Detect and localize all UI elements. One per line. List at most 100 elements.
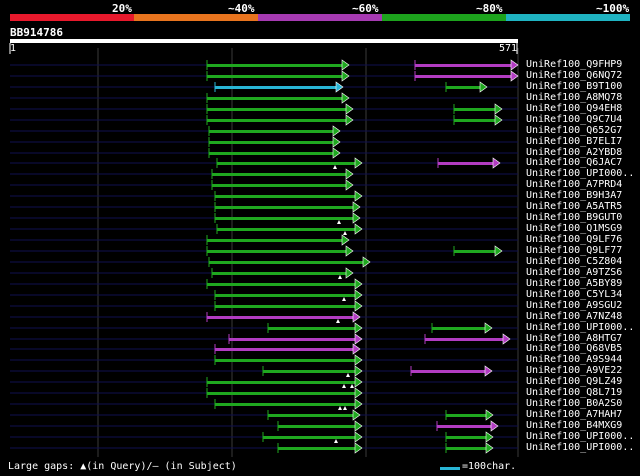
hit-label[interactable]: UniRef100_UPI000.. — [526, 168, 634, 179]
hit-segment-arrow — [494, 103, 503, 115]
hit-segment-arrow — [341, 92, 350, 104]
query-gap-marker — [342, 384, 346, 388]
hit-label[interactable]: UniRef100_A7HAH7 — [526, 409, 622, 420]
hit-segment-arrow — [354, 387, 363, 399]
hit-segment — [207, 250, 347, 253]
hit-label[interactable]: UniRef100_Q9LF77 — [526, 245, 622, 256]
hit-segment — [212, 173, 347, 176]
hit-segment-arrow — [354, 376, 363, 388]
hit-segment — [263, 436, 356, 439]
hit-segment — [215, 294, 356, 297]
query-gap-marker — [346, 373, 350, 377]
hit-segment-arrow — [345, 103, 354, 115]
hit-segment — [212, 272, 347, 275]
query-gap-marker — [350, 384, 354, 388]
hit-segment — [215, 305, 356, 308]
hit-segment — [278, 425, 356, 428]
query-gap-marker — [334, 439, 338, 443]
query-gap-marker — [333, 165, 337, 169]
hit-segment-arrow — [510, 59, 519, 71]
hit-label[interactable]: UniRef100_A9TZS6 — [526, 267, 622, 278]
hit-segment-arrow — [352, 343, 361, 355]
hit-segment-arrow — [352, 201, 361, 213]
hit-label[interactable]: UniRef100_A5ATR5 — [526, 201, 622, 212]
hit-segment-arrow — [479, 81, 488, 93]
hit-label[interactable]: UniRef100_B4MXG9 — [526, 420, 622, 431]
hit-segment-arrow — [345, 114, 354, 126]
hit-segment-arrow — [485, 409, 494, 421]
hit-segment-arrow — [341, 70, 350, 82]
hit-segment-arrow — [484, 322, 493, 334]
hit-label[interactable]: UniRef100_Q6JAC7 — [526, 157, 622, 168]
hit-label[interactable]: UniRef100_UPI000.. — [526, 442, 634, 453]
hit-segment-arrow — [492, 157, 501, 169]
hit-segment — [215, 206, 354, 209]
hit-label[interactable]: UniRef100_A8MQ78 — [526, 92, 622, 103]
hit-label[interactable]: UniRef100_A7NZ48 — [526, 311, 622, 322]
hit-label[interactable]: UniRef100_B7ELI7 — [526, 136, 622, 147]
hit-label[interactable]: UniRef100_Q68VB5 — [526, 343, 622, 354]
hit-segment — [415, 75, 512, 78]
hit-segment — [454, 119, 496, 122]
scale-label: =100char. — [462, 461, 517, 472]
hit-segment-arrow — [485, 431, 494, 443]
hit-label[interactable]: UniRef100_Q1MSG9 — [526, 223, 622, 234]
hit-label[interactable]: UniRef100_Q94EH8 — [526, 103, 622, 114]
hit-segment — [454, 250, 496, 253]
hit-segment — [229, 338, 356, 341]
hit-segment-arrow — [335, 81, 344, 93]
hit-segment — [212, 184, 347, 187]
hit-segment-arrow — [494, 245, 503, 257]
hit-label[interactable]: UniRef100_A7PRD4 — [526, 179, 622, 190]
hit-segment — [268, 327, 356, 330]
hit-segment-arrow — [485, 442, 494, 454]
hit-segment — [207, 239, 343, 242]
hit-label[interactable]: UniRef100_Q652G7 — [526, 125, 622, 136]
hit-label[interactable]: UniRef100_C5Z804 — [526, 256, 622, 267]
hit-label[interactable]: UniRef100_A9S944 — [526, 354, 622, 365]
hit-segment — [263, 370, 356, 373]
hit-segment — [425, 338, 504, 341]
hit-segment-arrow — [354, 157, 363, 169]
hit-label[interactable]: UniRef100_UPI000.. — [526, 322, 634, 333]
hit-label[interactable]: UniRef100_A5BY89 — [526, 278, 622, 289]
hit-segment — [446, 414, 487, 417]
hit-segment-arrow — [354, 300, 363, 312]
hit-segment — [217, 162, 356, 165]
hit-label[interactable]: UniRef100_B9T100 — [526, 81, 622, 92]
hit-segment — [268, 414, 354, 417]
hit-label[interactable]: UniRef100_Q8L719 — [526, 387, 622, 398]
hit-segment-arrow — [494, 114, 503, 126]
query-gap-marker — [336, 319, 340, 323]
hit-label[interactable]: UniRef100_A9VE22 — [526, 365, 622, 376]
hit-label[interactable]: UniRef100_Q9LZ49 — [526, 376, 622, 387]
hit-label[interactable]: UniRef100_Q9C7U4 — [526, 114, 622, 125]
hit-label[interactable]: UniRef100_Q6NQ72 — [526, 70, 622, 81]
query-gap-marker — [337, 220, 341, 224]
query-gap-marker — [342, 297, 346, 301]
hit-label[interactable]: UniRef100_C5YL34 — [526, 289, 622, 300]
hit-segment-arrow — [354, 431, 363, 443]
hit-segment — [454, 108, 496, 111]
hit-label[interactable]: UniRef100_B0A2S0 — [526, 398, 622, 409]
hit-label[interactable]: UniRef100_B9GUT0 — [526, 212, 622, 223]
hit-segment-arrow — [341, 234, 350, 246]
hit-segment-arrow — [345, 168, 354, 180]
hit-label[interactable]: UniRef100_UPI000.. — [526, 431, 634, 442]
hit-segment-arrow — [332, 136, 341, 148]
hit-segment — [215, 359, 356, 362]
hit-segment — [207, 119, 347, 122]
hit-segment-arrow — [332, 147, 341, 159]
hit-segment-arrow — [484, 365, 493, 377]
hit-label[interactable]: UniRef100_Q9FHP9 — [526, 59, 622, 70]
hit-segment-arrow — [345, 179, 354, 191]
hit-segment-arrow — [332, 125, 341, 137]
hit-label[interactable]: UniRef100_Q9LF76 — [526, 234, 622, 245]
hit-segment-arrow — [354, 278, 363, 290]
hit-label[interactable]: UniRef100_A9SGU2 — [526, 300, 622, 311]
hit-segment — [207, 64, 343, 67]
hit-label[interactable]: UniRef100_B9H3A7 — [526, 190, 622, 201]
hit-segment — [446, 86, 481, 89]
hit-segment-arrow — [354, 442, 363, 454]
hit-segment-arrow — [354, 322, 363, 334]
